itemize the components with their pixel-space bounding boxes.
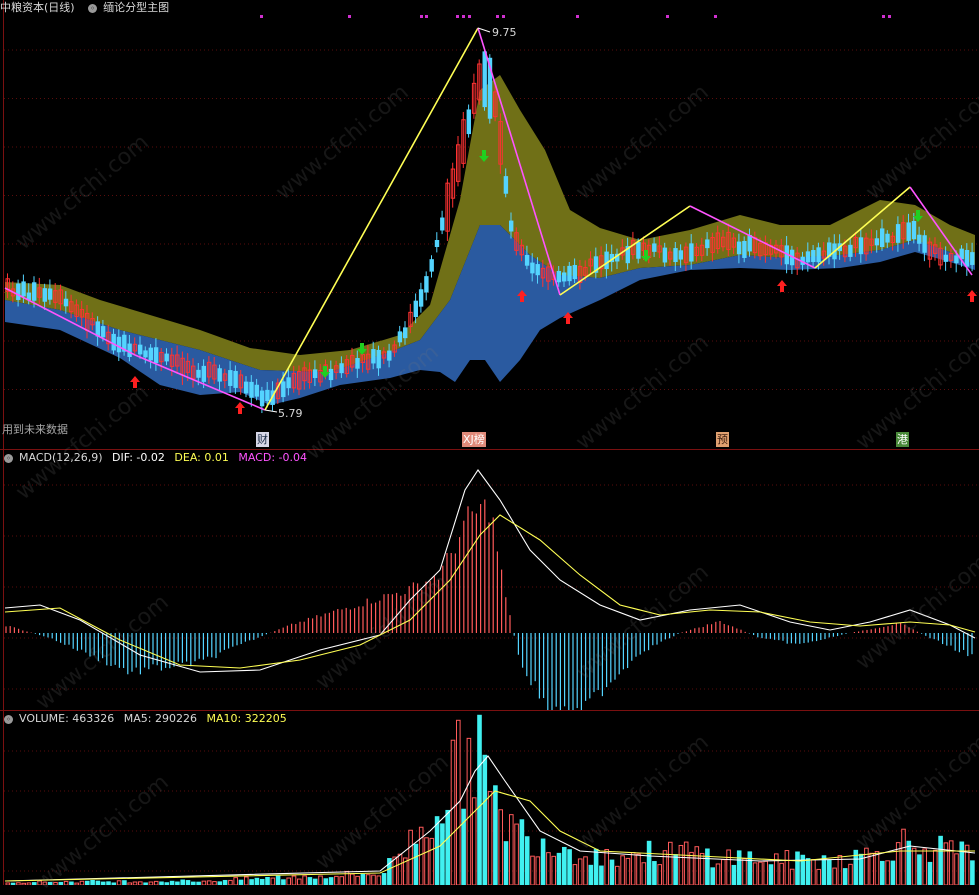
volume-title[interactable]: VOLUME: 463326 (19, 712, 114, 725)
stock-name: 中粮资本 (0, 1, 44, 14)
event-marker-ranking[interactable]: XJ榜 (462, 432, 486, 447)
volume-ma10-label: MA10: 322205 (206, 712, 287, 725)
event-marker-forecast[interactable]: 预 (716, 432, 729, 447)
volume-ma5-label: MA5: 290226 (123, 712, 197, 725)
indicator-name[interactable]: 缅论分型主图 (103, 1, 169, 14)
price-chart[interactable] (0, 0, 979, 450)
future-data-note: 用到未来数据 (2, 423, 68, 436)
event-marker-hk[interactable]: 港 (896, 432, 909, 447)
macd-dea-label: DEA: 0.01 (174, 451, 229, 464)
macd-menu-icon[interactable]: ◦ (4, 453, 13, 463)
high-price-label: 9.75 (492, 26, 517, 39)
macd-dif-label: DIF: -0.02 (112, 451, 165, 464)
macd-title[interactable]: MACD(12,26,9) (19, 451, 103, 464)
event-marker-finance[interactable]: 财 (256, 432, 269, 447)
volume-menu-icon[interactable]: ◦ (4, 714, 13, 724)
low-price-label: 5.79 (278, 407, 303, 420)
volume-chart[interactable] (0, 711, 979, 885)
main-header: 中粮资本(日线) ◦ 缅论分型主图 (0, 0, 175, 16)
volume-header: ◦ VOLUME: 463326 MA5: 290226 MA10: 322205 (0, 711, 293, 727)
macd-value-label: MACD: -0.04 (238, 451, 307, 464)
period-label: (日线) (44, 1, 75, 14)
macd-chart[interactable] (0, 450, 979, 710)
indicator-menu-icon[interactable]: ◦ (88, 3, 98, 13)
macd-header: ◦ MACD(12,26,9) DIF: -0.02 DEA: 0.01 MACD… (0, 450, 313, 466)
